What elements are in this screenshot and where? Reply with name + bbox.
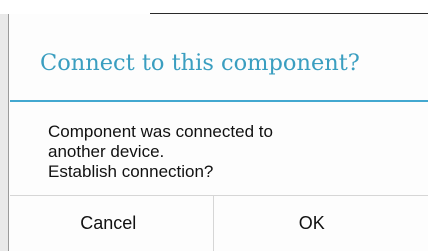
- dialog-message: Component was connected to another devic…: [48, 122, 273, 182]
- dialog-title: Connect to this component?: [40, 50, 360, 76]
- dialog-message-line: another device.: [48, 142, 165, 161]
- dialog-button-row: Cancel OK: [10, 195, 428, 251]
- screen: Connect to this component? Component was…: [0, 0, 428, 251]
- background-app-left-edge: [0, 14, 9, 251]
- title-divider: [10, 100, 428, 102]
- dialog-message-line: Establish connection?: [48, 162, 214, 181]
- ok-button[interactable]: OK: [214, 196, 428, 251]
- background-app-line: [150, 0, 428, 14]
- cancel-button[interactable]: Cancel: [10, 196, 214, 251]
- dialog-message-line: Component was connected to: [48, 122, 273, 141]
